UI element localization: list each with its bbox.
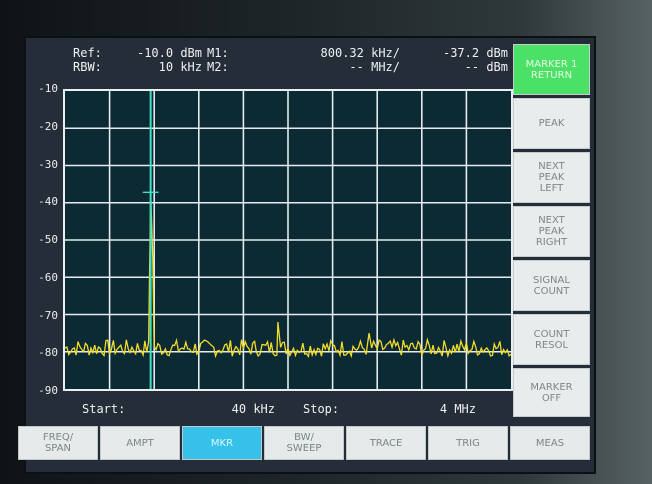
start-value: 40 kHz <box>231 402 275 416</box>
m1-label: M1: <box>207 46 229 60</box>
m2-frequency: -- MHz/ <box>349 60 400 74</box>
softkey-panel: MARKER 1 RETURN PEAK NEXT PEAK LEFT NEXT PE… <box>513 44 591 417</box>
spectrum-plot[interactable] <box>63 89 513 391</box>
m1-frequency: 800.32 kHz/ <box>320 46 400 60</box>
m1-level: -37.2 dBm <box>442 46 508 60</box>
menu-mkr[interactable]: MKR <box>182 426 262 460</box>
rbw-label: RBW: <box>73 60 102 74</box>
menu-freq-span[interactable]: FREQ/ SPAN <box>18 426 98 460</box>
menu-meas[interactable]: MEAS <box>510 426 590 460</box>
menu-trace[interactable]: TRACE <box>346 426 426 460</box>
rbw-value: 10 kHz <box>158 60 202 74</box>
y-tick-label: -40 <box>38 195 58 209</box>
y-tick-label: -20 <box>38 119 58 133</box>
menu-trig[interactable]: TRIG <box>428 426 508 460</box>
y-tick-label: -70 <box>38 308 58 322</box>
stop-label: Stop: <box>303 402 340 416</box>
y-tick-label: -50 <box>38 233 58 246</box>
softkey-next-peak-left[interactable]: NEXT PEAK LEFT <box>513 152 590 203</box>
softkey-peak[interactable]: PEAK <box>513 98 590 149</box>
stop-value: 4 MHz <box>439 402 476 416</box>
ref-label: Ref: <box>73 46 102 60</box>
y-tick-label: -90 <box>38 384 58 397</box>
y-tick-label: -10 <box>38 82 58 95</box>
y-tick-label: -30 <box>38 157 58 171</box>
softkey-marker-off[interactable]: MARKER OFF <box>513 368 590 417</box>
ref-value: -10.0 dBm <box>136 46 202 60</box>
menu-ampt[interactable]: AMPT <box>100 426 180 460</box>
start-label: Start: <box>82 402 126 416</box>
m2-level: -- dBm <box>464 60 508 74</box>
m2-label: M2: <box>207 60 229 74</box>
softkey-count-resol[interactable]: COUNT RESOL <box>513 314 590 365</box>
y-tick-label: -60 <box>38 270 58 284</box>
softkey-signal-count[interactable]: SIGNAL COUNT <box>513 260 590 311</box>
function-menu-bar: FREQ/ SPAN AMPT MKR BW/ SWEEP TRACE TRIG MEAS <box>18 426 590 462</box>
y-tick-label: -80 <box>38 346 58 360</box>
menu-bw-sweep[interactable]: BW/ SWEEP <box>264 426 344 460</box>
softkey-marker-1-return[interactable]: MARKER 1 RETURN <box>513 44 590 95</box>
softkey-next-peak-right[interactable]: NEXT PEAK RIGHT <box>513 206 590 257</box>
